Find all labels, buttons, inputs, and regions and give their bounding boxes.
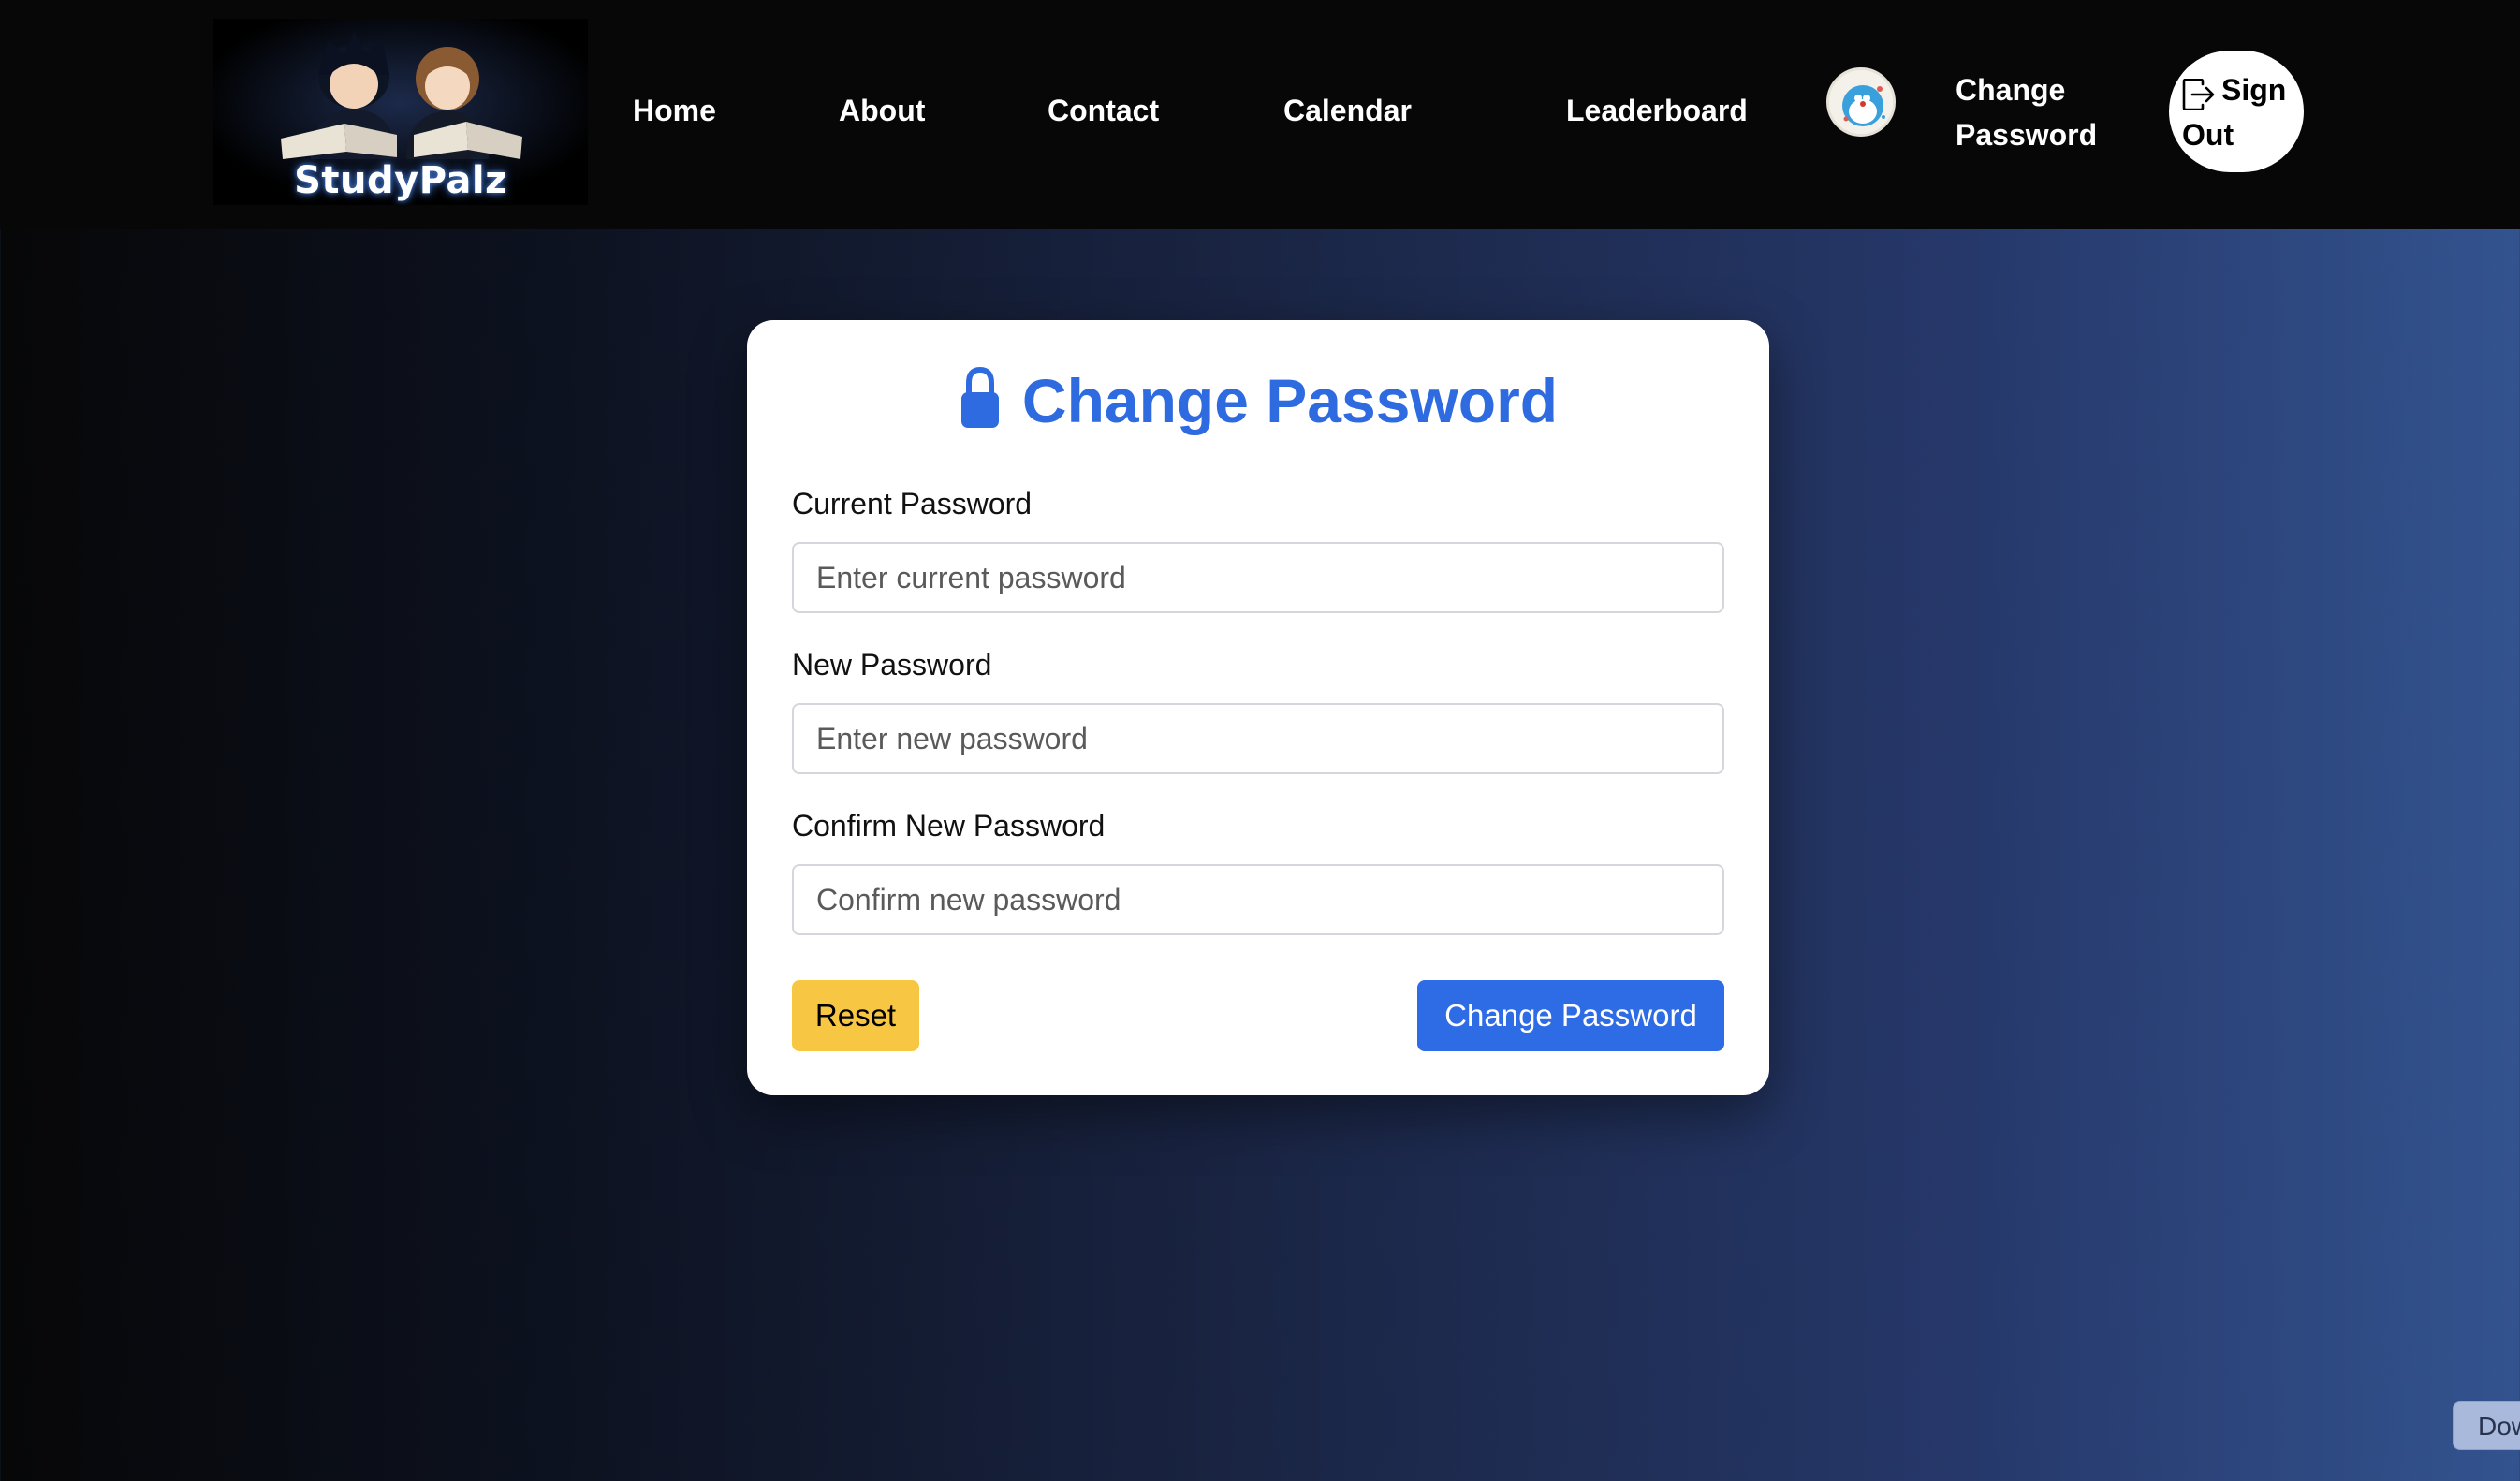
- nav-home[interactable]: Home: [633, 89, 716, 132]
- new-password-label: New Password: [792, 648, 992, 682]
- nav-leaderboard[interactable]: Leaderboard: [1566, 89, 1748, 132]
- change-password-card: Change Password Current Password New Pas…: [747, 320, 1769, 1095]
- nav-about[interactable]: About: [839, 89, 925, 132]
- card-heading: Change Password: [747, 363, 1769, 438]
- avatar-image: [1829, 70, 1893, 134]
- lock-icon: [960, 366, 999, 428]
- partial-corner-button[interactable]: Dow: [2453, 1401, 2520, 1450]
- user-avatar[interactable]: [1826, 67, 1896, 137]
- reset-button[interactable]: Reset: [792, 980, 919, 1051]
- sign-out-label: Sign Out: [2182, 73, 2287, 152]
- current-password-input[interactable]: [792, 542, 1724, 613]
- confirm-password-input[interactable]: [792, 864, 1724, 935]
- navbar: StudyPalz Home About Contact Calendar Le…: [0, 0, 2520, 229]
- logo-text: StudyPalz: [294, 159, 507, 202]
- change-password-button[interactable]: Change Password: [1417, 980, 1724, 1051]
- nav-contact[interactable]: Contact: [1048, 89, 1159, 132]
- nav-change-password[interactable]: Change Password: [1956, 67, 2124, 157]
- current-password-label: Current Password: [792, 487, 1033, 521]
- sign-out-button[interactable]: Sign Out: [2169, 51, 2304, 172]
- nav-calendar[interactable]: Calendar: [1283, 89, 1412, 132]
- new-password-input[interactable]: [792, 703, 1724, 774]
- confirm-password-label: Confirm New Password: [792, 809, 1106, 843]
- card-title: Change Password: [1021, 366, 1559, 435]
- studypalz-logo[interactable]: StudyPalz: [213, 19, 588, 205]
